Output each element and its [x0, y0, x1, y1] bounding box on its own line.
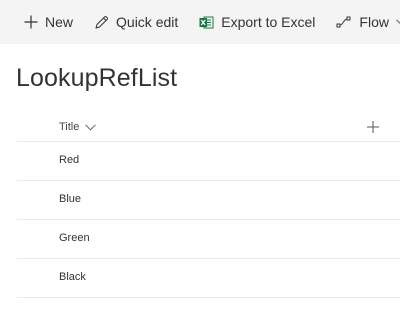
flow-icon — [336, 15, 352, 29]
page-title: LookupRefList — [16, 64, 178, 92]
excel-icon — [199, 15, 214, 30]
list-item[interactable]: Black — [17, 259, 400, 298]
export-to-excel-button[interactable]: Export to Excel — [199, 0, 315, 44]
list-view: Title Red Blue Green Black — [17, 108, 400, 298]
chevron-down-icon — [85, 123, 97, 131]
list-header: Title — [17, 108, 400, 142]
column-header-title-label: Title — [59, 121, 80, 133]
chevron-down-icon — [396, 18, 400, 26]
list-item[interactable]: Red — [17, 142, 400, 181]
list-item-title[interactable]: Green — [59, 232, 90, 244]
list-item-title[interactable]: Black — [59, 271, 86, 283]
new-button-label: New — [45, 14, 74, 30]
quick-edit-button-label: Quick edit — [116, 14, 179, 30]
list-item-title[interactable]: Red — [59, 154, 79, 166]
flow-menu-button[interactable]: Flow — [336, 0, 400, 44]
list-item[interactable]: Green — [17, 220, 400, 259]
pencil-icon — [94, 15, 109, 30]
flow-menu-label: Flow — [359, 14, 389, 30]
add-column-icon[interactable] — [366, 120, 380, 134]
list-item[interactable]: Blue — [17, 181, 400, 220]
export-to-excel-label: Export to Excel — [221, 14, 316, 30]
quick-edit-button[interactable]: Quick edit — [94, 0, 178, 44]
new-button[interactable]: New — [24, 0, 73, 44]
list-item-title[interactable]: Blue — [59, 193, 81, 205]
column-header-title[interactable]: Title — [59, 121, 97, 133]
command-bar: New Quick edit Export to Excel Flow — [0, 0, 400, 44]
plus-icon — [24, 15, 38, 29]
